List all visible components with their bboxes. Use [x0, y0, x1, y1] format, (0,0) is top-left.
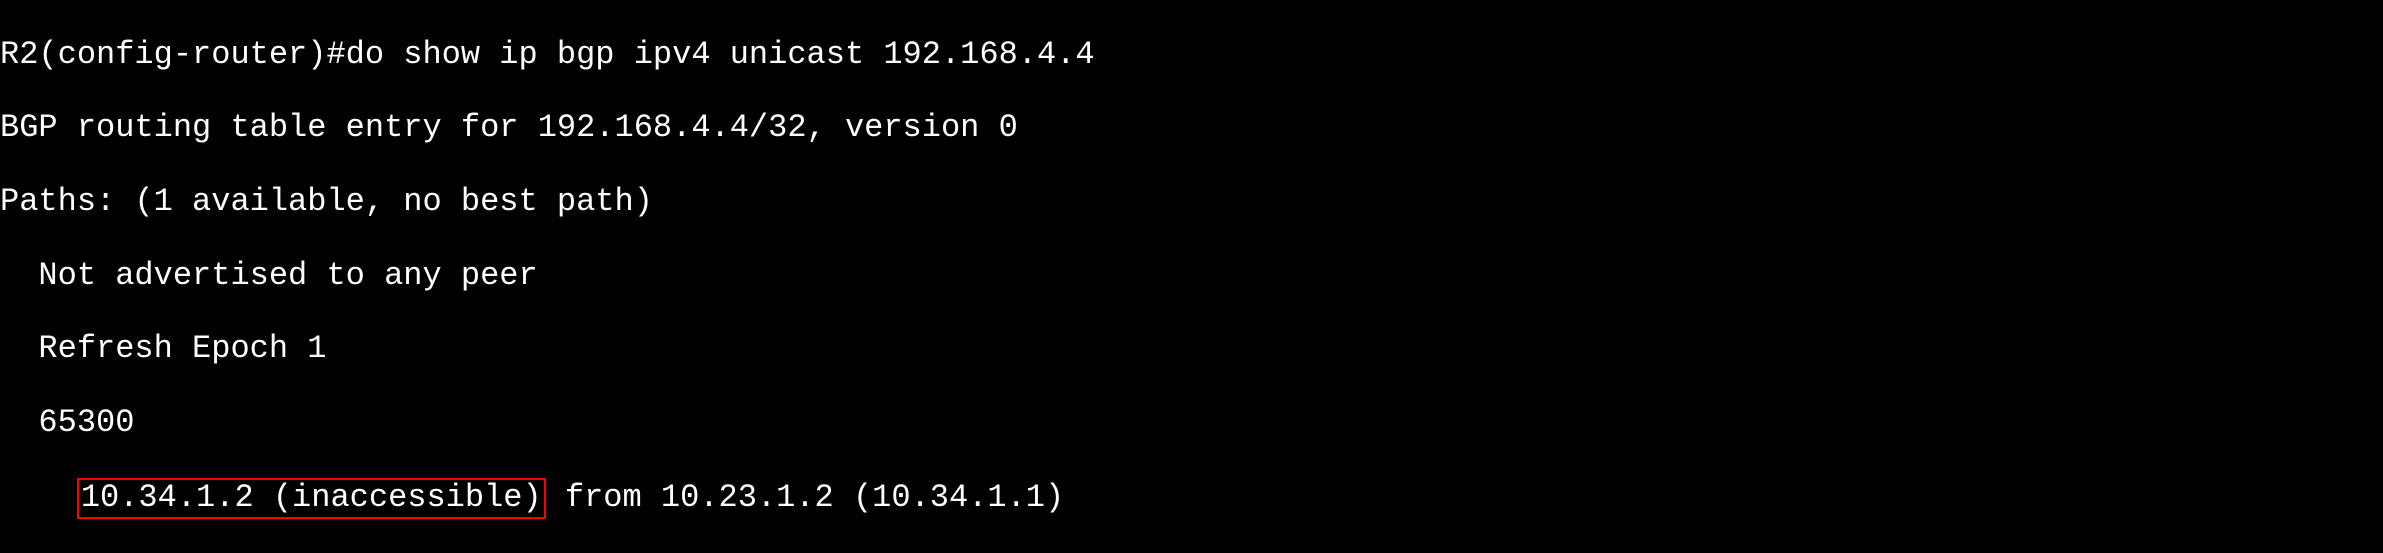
next-hop-line: 10.34.1.2 (inaccessible) from 10.23.1.2 …: [0, 478, 2383, 519]
terminal-output: R2(config-router)#do show ip bgp ipv4 un…: [0, 0, 2383, 553]
cli-prompt: R2(config-router)#: [0, 36, 346, 73]
advertise-status: Not advertised to any peer: [0, 258, 2383, 295]
cli-command: do show ip bgp ipv4 unicast 192.168.4.4: [346, 36, 1095, 73]
command-line: R2(config-router)#do show ip bgp ipv4 un…: [0, 37, 2383, 74]
refresh-epoch: Refresh Epoch 1: [0, 331, 2383, 368]
as-path: 65300: [0, 405, 2383, 442]
next-hop-from: from 10.23.1.2 (10.34.1.1): [546, 479, 1064, 516]
bgp-entry-header: BGP routing table entry for 192.168.4.4/…: [0, 110, 2383, 147]
paths-summary: Paths: (1 available, no best path): [0, 184, 2383, 221]
next-hop-inaccessible-highlight: 10.34.1.2 (inaccessible): [77, 478, 546, 519]
